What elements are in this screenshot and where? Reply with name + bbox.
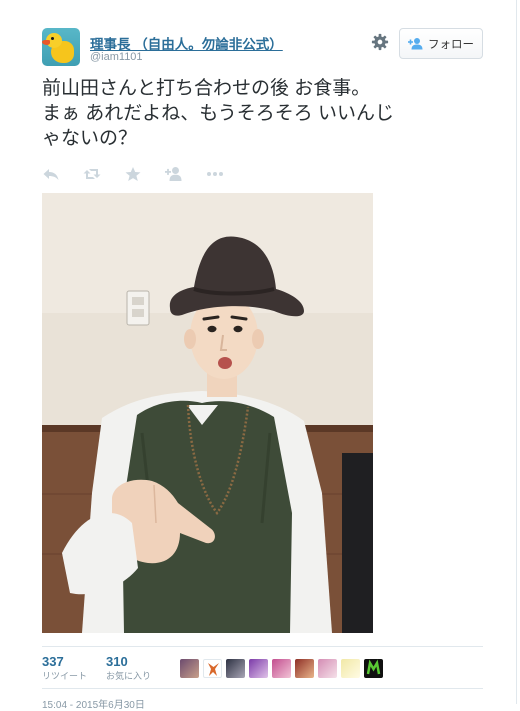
favoriter-avatar[interactable]	[203, 659, 222, 678]
favoriter-avatar[interactable]	[364, 659, 383, 678]
favoriter-avatar[interactable]	[249, 659, 268, 678]
favorite-icon[interactable]	[124, 166, 142, 182]
tweet-text-line: まぁ あれだよね、もうそろそろ いいんじ	[42, 103, 394, 124]
favoriter-avatar[interactable]	[180, 659, 199, 678]
retweet-icon[interactable]	[83, 166, 101, 182]
favoriter-avatar[interactable]	[272, 659, 291, 678]
user-handle[interactable]: @iam1101	[90, 51, 143, 63]
favoriter-avatar[interactable]	[295, 659, 314, 678]
add-user-icon	[408, 38, 423, 50]
user-avatar[interactable]	[42, 28, 80, 66]
favoriter-avatar[interactable]	[341, 659, 360, 678]
favoriter-avatar[interactable]	[226, 659, 245, 678]
user-display-name[interactable]: 理事長 （自由人。勿論非公式）	[90, 33, 283, 53]
stats-divider-top	[42, 646, 483, 647]
gear-icon[interactable]	[371, 33, 389, 51]
more-icon[interactable]	[206, 166, 224, 182]
favorite-stat[interactable]: 310 お気に入り	[106, 654, 151, 682]
favorite-label: お気に入り	[106, 671, 152, 681]
tweet-photo[interactable]	[42, 193, 373, 633]
follow-user-icon[interactable]	[165, 166, 183, 182]
favorite-count: 310	[106, 654, 128, 669]
follow-button-label: フォロー	[428, 38, 474, 51]
stats-divider-bottom	[42, 688, 483, 689]
tweet-card: 理事長 （自由人。勿論非公式） @iam1101 フォロー 前山田さんと打ち合わ…	[0, 0, 517, 711]
retweet-label: リツイート	[42, 671, 88, 681]
retweet-count: 337	[42, 654, 64, 669]
favoriter-avatar[interactable]	[318, 659, 337, 678]
tweet-text-line: ゃないの？	[42, 128, 138, 149]
tweet-text-line: 前山田さんと打ち合わせの後 お食事。	[42, 78, 371, 99]
tweet-text: 前山田さんと打ち合わせの後 お食事。 まぁ あれだよね、もうそろそろ いいんじ …	[42, 76, 482, 151]
reply-icon[interactable]	[42, 166, 60, 182]
follow-button[interactable]: フォロー	[399, 28, 483, 59]
retweet-stat[interactable]: 337 リツイート	[42, 654, 87, 682]
